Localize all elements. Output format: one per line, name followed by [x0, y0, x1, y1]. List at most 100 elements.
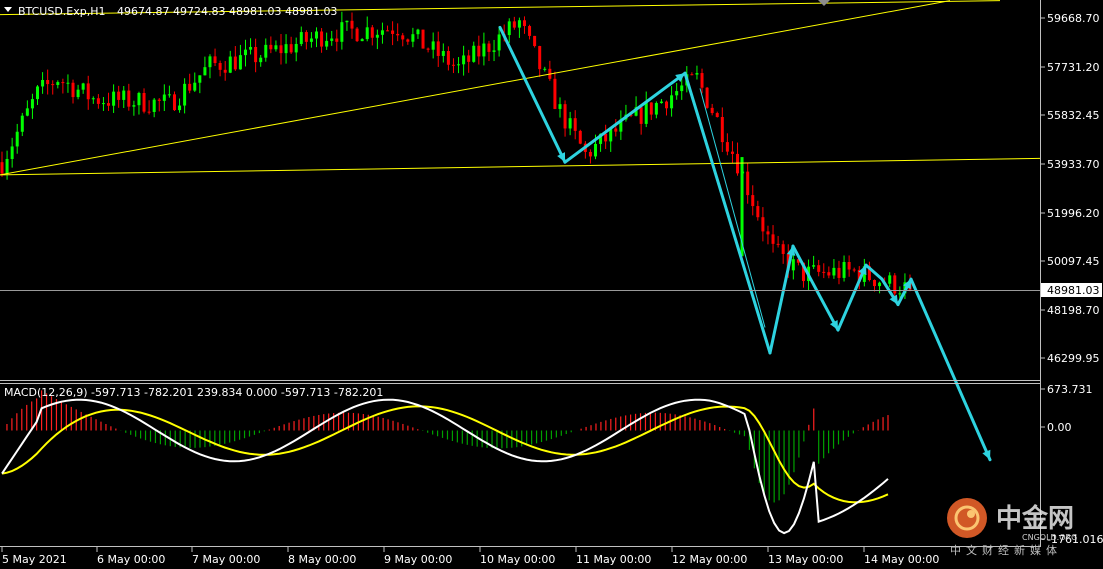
candle-body [543, 68, 547, 70]
macd-tick: 673.731 [1047, 383, 1093, 396]
time-label: 5 May 2021 [2, 553, 67, 566]
candle-body [451, 64, 455, 66]
candle-body [446, 51, 450, 65]
candle-body [730, 151, 734, 154]
candle-body [639, 107, 643, 124]
candle-body [320, 31, 324, 47]
candle-body [81, 83, 85, 90]
candle-body [791, 259, 795, 271]
watermark-brand: 中金网 [996, 503, 1074, 534]
candle-body [117, 91, 121, 100]
price-chart[interactable]: BTCUSD.Exp,H1 49674.87 49724.83 48981.03… [0, 0, 1103, 569]
candle-body [771, 234, 775, 244]
candle-body [680, 85, 684, 92]
candle-body [183, 83, 187, 106]
candle-body [416, 29, 420, 35]
candle-body [401, 35, 405, 40]
cngold-logo-icon [947, 498, 987, 538]
candle-body [36, 86, 40, 100]
candle-body [426, 48, 430, 50]
candle-body [847, 262, 851, 270]
candle-body [15, 131, 19, 147]
candle-body [710, 107, 714, 114]
candle-body [568, 118, 572, 129]
candle-body [654, 103, 658, 115]
candle-body [76, 89, 80, 98]
candle-body [370, 27, 374, 38]
watermark-tagline: 中文财经新媒体 [950, 543, 1062, 557]
candle-body [563, 104, 567, 129]
candle-body [345, 20, 349, 23]
candle-body [497, 34, 501, 51]
candle-body [249, 46, 253, 50]
candle-body [842, 262, 846, 278]
candle-body [101, 103, 105, 105]
price-tick: 59668.70 [1047, 12, 1100, 25]
candle-body [223, 69, 227, 73]
candle-body [766, 231, 770, 235]
candle-body [142, 92, 146, 112]
candle-body [269, 44, 273, 50]
candle-body [91, 98, 95, 100]
candle-body [294, 43, 298, 53]
candle-body [477, 45, 481, 57]
candle-body [898, 293, 902, 295]
candle-body [441, 51, 445, 56]
candle-body [872, 280, 876, 287]
candle-body [817, 265, 821, 272]
candle-body [380, 30, 384, 35]
candle-body [289, 44, 293, 53]
candle-body [355, 28, 359, 42]
candle-body [208, 56, 212, 68]
candle-body [553, 78, 557, 109]
candle-body [670, 95, 674, 109]
watermark-url: CNGOLD.ORG [1022, 533, 1077, 542]
candle-body [172, 94, 176, 111]
candle-body [284, 44, 288, 54]
candle-body [0, 162, 4, 174]
candle-body [472, 45, 476, 62]
candle-body [533, 35, 537, 47]
candle-body [396, 33, 400, 36]
candle-body [558, 104, 562, 109]
candle-body [462, 55, 466, 65]
candle-body [162, 94, 166, 101]
candle-body [198, 75, 202, 83]
candle-body [690, 74, 694, 76]
candle-body [588, 151, 592, 157]
candle-body [254, 46, 258, 63]
candle-body [325, 40, 329, 47]
candle-body [228, 56, 232, 73]
time-label: 13 May 00:00 [768, 553, 843, 566]
candle-body [751, 195, 755, 207]
candle-body [649, 102, 653, 115]
candle-body [715, 113, 719, 118]
candle-body [259, 57, 263, 63]
candle-body [888, 275, 892, 284]
candle-body [695, 73, 699, 75]
candle-body [213, 56, 217, 64]
price-tick: 50097.45 [1047, 255, 1100, 268]
candle-body [315, 31, 319, 39]
price-tick: 55832.45 [1047, 109, 1100, 122]
candle-body [482, 43, 486, 57]
candle-body [309, 38, 313, 42]
price-tick: 48198.70 [1047, 304, 1100, 317]
candle-body [411, 34, 415, 42]
candle-body [41, 80, 45, 87]
candle-body [5, 158, 9, 174]
candle-body [659, 101, 663, 104]
header-symbol: BTCUSD.Exp,H1 [18, 5, 106, 18]
candle-body [578, 130, 582, 144]
candle-body [421, 29, 425, 49]
candle-body [776, 243, 780, 245]
candle-body [20, 115, 24, 132]
candle-body [10, 146, 14, 159]
candle-body [360, 39, 364, 42]
time-label: 8 May 00:00 [288, 553, 356, 566]
candle-body [122, 90, 126, 100]
price-tick: 53933.70 [1047, 158, 1100, 171]
candle-body [203, 67, 207, 76]
candle-body [705, 87, 709, 108]
candle-body [233, 56, 237, 70]
